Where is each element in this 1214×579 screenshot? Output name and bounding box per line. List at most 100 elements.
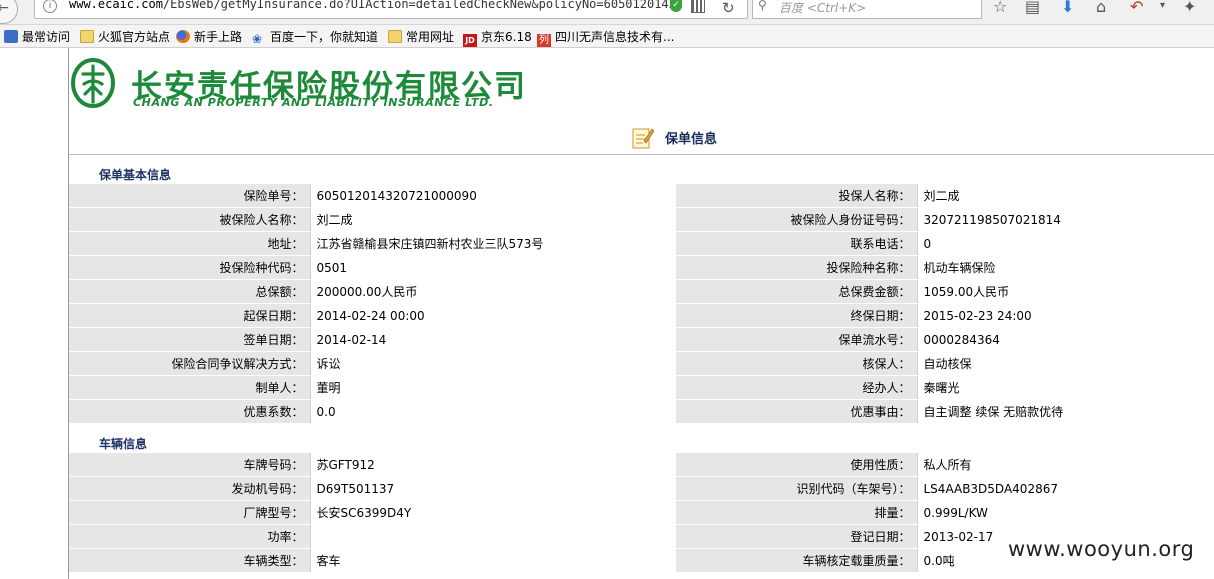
field-label: 投保人名称：: [676, 184, 917, 208]
bookmarks-bar: 最常访问 火狐官方站点 新手上路 ❀ 百度一下，你就知道 常用网址 JD 京东6.1…: [0, 25, 1214, 48]
field-value: 0000284364: [916, 327, 1214, 352]
table-row: 制单人： 董明 经办人： 秦曙光: [69, 375, 1214, 400]
field-value: 0: [916, 231, 1214, 256]
menu-icon[interactable]: ✦: [1183, 0, 1196, 16]
vehicle-info-section-header: 车辆信息: [69, 430, 1214, 454]
company-header: 长安责任保险股份有限公司 CHANG AN PROPERTY AND LIABI…: [69, 48, 1214, 121]
field-value: 江苏省赣榆县宋庄镇四新村农业三队573号: [309, 231, 676, 256]
section-title: 保单基本信息: [99, 168, 172, 182]
url-text: www.ecaic.com/EbsWeb/getMyInsurance.do?U…: [69, 0, 679, 11]
bookmark-item[interactable]: 最常访问: [4, 28, 70, 45]
field-value: 诉讼: [309, 351, 676, 376]
field-label: 核保人：: [676, 351, 917, 376]
field-value: 0501: [309, 255, 676, 280]
field-value: 0.0: [309, 399, 676, 424]
field-value: 机动车辆保险: [916, 255, 1214, 280]
field-label: 保险单号：: [69, 184, 310, 208]
field-label: 终保日期：: [676, 303, 917, 328]
table-row: 厂牌型号： 长安SC6399D4Y 排量： 0.999L/KW: [69, 500, 1214, 525]
table-row: 车牌号码： 苏GFT912 使用性质： 私人所有: [69, 453, 1214, 477]
qr-code-icon[interactable]: [691, 0, 705, 13]
field-label: 签单日期：: [69, 327, 310, 352]
table-row: 被保险人名称： 刘二成 被保险人身份证号码： 320721198507021814: [69, 207, 1214, 232]
field-label: 联系电话：: [676, 231, 917, 256]
company-name-en: CHANG AN PROPERTY AND LIABILITY INSURANC…: [133, 96, 494, 109]
table-row: 保险合同争议解决方式： 诉讼 核保人： 自动核保: [69, 351, 1214, 376]
back-button[interactable]: ←: [0, 0, 18, 24]
bookmark-item[interactable]: 火狐官方站点: [80, 28, 170, 45]
field-label: 车辆类型：: [69, 548, 310, 573]
baidu-paw-icon: ❀: [252, 32, 263, 46]
field-value: 200000.00人民币: [309, 279, 676, 304]
field-value: 客车: [309, 548, 676, 573]
field-value: 2014-02-14: [309, 327, 676, 352]
field-label: 制单人：: [69, 375, 310, 400]
company-logo-icon: [71, 58, 115, 108]
field-label: 识别代码（车架号）：: [676, 476, 917, 501]
bookmark-item[interactable]: 列四川无声信息技术有...: [537, 28, 674, 47]
page-title-bar: 保单信息: [69, 120, 1214, 155]
field-label: 地址：: [69, 231, 310, 256]
chevron-down-icon[interactable]: ▾: [1160, 0, 1165, 11]
field-label: 被保险人身份证号码：: [676, 207, 917, 232]
field-label: 起保日期：: [69, 303, 310, 328]
site-info-icon[interactable]: i: [43, 0, 57, 13]
field-label: 排量：: [676, 500, 917, 525]
field-label: 使用性质：: [676, 453, 917, 477]
undo-icon[interactable]: ↶: [1130, 0, 1143, 16]
field-label: 登记日期：: [676, 524, 917, 549]
reading-list-icon[interactable]: ▤: [1025, 0, 1040, 16]
field-value: 0.999L/KW: [916, 500, 1214, 525]
bookmark-item[interactable]: ❀ 百度一下，你就知道: [252, 28, 378, 46]
basic-info-section-header: 保单基本信息: [69, 161, 1214, 185]
field-value: 2014-02-24 00:00: [309, 303, 676, 328]
home-icon[interactable]: ⌂: [1096, 0, 1106, 16]
field-label: 经办人：: [676, 375, 917, 400]
field-label: 厂牌型号：: [69, 500, 310, 525]
field-value: [309, 524, 676, 549]
field-label: 发动机号码：: [69, 476, 310, 501]
field-value: 刘二成: [309, 207, 676, 232]
field-value: 自动核保: [916, 351, 1214, 376]
table-row: 投保险种代码： 0501 投保险种名称： 机动车辆保险: [69, 255, 1214, 280]
table-row: 总保额： 200000.00人民币 总保费金额： 1059.00人民币: [69, 279, 1214, 304]
shield-icon[interactable]: ✓: [670, 0, 682, 12]
bookmark-star-icon[interactable]: ☆: [993, 0, 1007, 16]
table-row: 起保日期： 2014-02-24 00:00 终保日期： 2015-02-23 24:…: [69, 303, 1214, 328]
field-value: 董明: [309, 375, 676, 400]
bookmark-item[interactable]: 常用网址: [388, 28, 454, 45]
bookmark-item[interactable]: JD 京东6.18: [463, 28, 532, 47]
field-label: 保险合同争议解决方式：: [69, 351, 310, 376]
field-label: 优惠系数：: [69, 399, 310, 424]
field-value: 2015-02-23 24:00: [916, 303, 1214, 328]
field-value: 1059.00人民币: [916, 279, 1214, 304]
field-label: 被保险人名称：: [69, 207, 310, 232]
field-label: 车牌号码：: [69, 453, 310, 477]
sichuan-icon: 列: [537, 34, 551, 47]
browser-toolbar: ← i www.ecaic.com/EbsWeb/getMyInsurance.…: [0, 0, 1214, 25]
field-label: 保单流水号：: [676, 327, 917, 352]
field-value: 自主调整 续保 无赔款优待: [916, 399, 1214, 424]
search-input[interactable]: ⚲ 百度 <Ctrl+K>: [752, 0, 982, 19]
section-title: 车辆信息: [99, 437, 148, 451]
folder-icon: [388, 30, 402, 43]
page-title: 保单信息: [665, 132, 718, 147]
field-value: LS4AAB3D5DA402867: [916, 476, 1214, 501]
search-placeholder: 百度 <Ctrl+K>: [779, 1, 867, 15]
bookmark-item[interactable]: 新手上路: [176, 28, 242, 45]
address-bar[interactable]: i www.ecaic.com/EbsWeb/getMyInsurance.do…: [34, 0, 748, 19]
search-icon: ⚲: [758, 0, 767, 12]
field-value: D69T501137: [309, 476, 676, 501]
field-value: 秦曙光: [916, 375, 1214, 400]
download-icon[interactable]: ⬇: [1061, 0, 1074, 16]
table-row: 签单日期： 2014-02-14 保单流水号： 0000284364: [69, 327, 1214, 352]
field-label: 投保险种代码：: [69, 255, 310, 280]
table-row: 发动机号码： D69T501137 识别代码（车架号）： LS4AAB3D5DA402…: [69, 476, 1214, 501]
field-label: 功率：: [69, 524, 310, 549]
field-label: 优惠事由：: [676, 399, 917, 424]
reload-icon[interactable]: ↻: [722, 0, 735, 17]
field-label: 总保额：: [69, 279, 310, 304]
field-value: 长安SC6399D4Y: [309, 500, 676, 525]
bookmark-star-icon: [4, 30, 18, 43]
folder-icon: [80, 30, 94, 43]
